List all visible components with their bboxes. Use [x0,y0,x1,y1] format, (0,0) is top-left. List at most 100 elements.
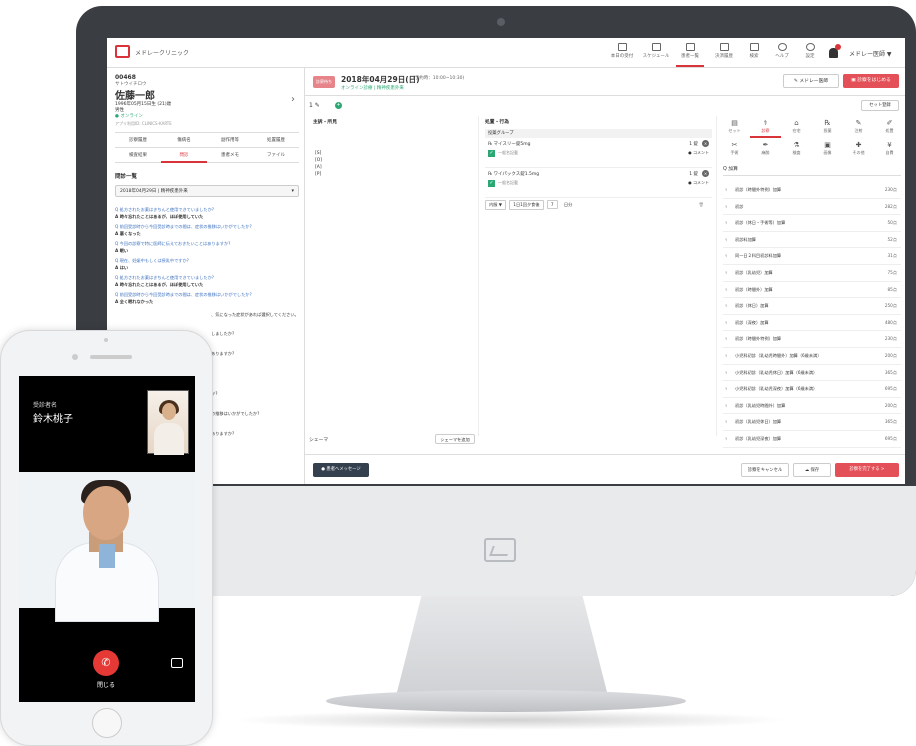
tab-patient-memo[interactable]: 患者メモ [207,148,253,163]
drug-name: ℞ マイスリー錠5mg [488,141,530,147]
clinic-logo-icon[interactable] [115,45,130,58]
nav-label: 患者一覧 [681,54,699,59]
fee-points: 85点 [887,286,897,292]
cancel-consultation-button[interactable]: 診察をキャンセル [741,463,789,477]
frequency-field[interactable]: 1日1回夕食後 [509,200,544,210]
tool-other[interactable]: ✚ その他 [843,138,874,160]
tool-self-pay[interactable]: ¥ 自費 [874,138,905,160]
drug-quantity[interactable]: 1 錠 [689,171,698,177]
prescription-row[interactable]: ℞ マイスリー錠5mg 1 錠 × ✓ 一般名記載 ● コメント [485,138,712,168]
chevron-right-icon[interactable]: › [291,94,295,105]
fee-row[interactable]: ⚕ 小児科初診（乳幼児時間外）加算（6歳未満） 200点 [723,348,901,365]
search-icon [749,43,759,51]
fee-row[interactable]: ⚕ 初診（時間外特例）加算 230点 [723,331,901,348]
nav-settings[interactable]: 設定 [796,43,824,59]
tool-injection[interactable]: ✎ 注射 [843,116,874,138]
stethoscope-icon: ⚕ [725,419,728,425]
pill-icon: ℞ [824,119,831,127]
days-field[interactable]: 7 [546,200,558,209]
fee-row[interactable]: ⚕ 初診（乳幼児休日）加算 365点 [723,414,901,431]
fee-row[interactable]: ⚕ 初診（休日・手術等）加算 50点 [723,215,901,232]
tool-treatment[interactable]: ✐ 処置 [874,116,905,138]
stethoscope-icon: ⚕ [725,386,728,392]
fee-row[interactable]: ⚕ 初診（時間外）加算 85点 [723,282,901,299]
fee-row[interactable]: ⚕ 初診料加算 52点 [723,232,901,249]
tab-questionnaire[interactable]: 問診 [161,148,207,163]
tab-files[interactable]: ファイル [253,148,299,163]
tool-lab[interactable]: ⚗ 検査 [781,138,812,160]
tab-history[interactable]: 診察履歴 [115,133,161,148]
stethoscope-icon: ⚕ [763,119,768,127]
fee-row[interactable]: ⚕ 初診（深夜）加算 480点 [723,315,901,332]
drug-name-text: マイスリー錠5mg [493,142,531,147]
fee-row[interactable]: ⚕ 初診（時間外特例）加算 230点 [723,182,901,199]
fee-search-input[interactable]: Q 加算 [723,164,901,176]
receiver-label: 受診者名 [33,402,58,409]
pencil-icon[interactable]: ✎ [315,102,320,109]
order-tool-grid: ▤ セット ⚕ 診察 ⌂ 在宅 ℞ 投薬 ✎ 注射 ✐ 処置 ✂ 手術 ✒ 麻酔 ⚗ 検査 ▣ 画像… [719,116,905,160]
end-call-label: 閉じる [96,682,115,689]
soap-textarea[interactable]: [S] [O] [A] [P] [315,150,322,178]
tool-surgery[interactable]: ✂ 手術 [719,138,750,160]
user-menu[interactable]: メドレー医師 ▼ [849,49,892,58]
monitor-base [326,690,686,712]
fee-points: 230点 [884,187,897,192]
fee-row[interactable]: ⚕ 初診（乳幼児）加算 75点 [723,265,901,282]
order-tools-column: ▤ セット ⚕ 診察 ⌂ 在宅 ℞ 投薬 ✎ 注射 ✐ 処置 ✂ 手術 ✒ 麻酔 ⚗ 検査 ▣ 画像… [719,116,905,448]
message-patient-button[interactable]: ● 患者へメッセージ [313,463,369,477]
tool-imaging[interactable]: ▣ 画像 [812,138,843,160]
fee-row[interactable]: ⚕ 初診（乳幼児深夜）加算 695点 [723,431,901,448]
stethoscope-icon: ⚕ [725,203,728,209]
footer-bar: ● 患者へメッセージ 診察をキャンセル ☁ 保存 診察を完了する > [305,454,905,484]
nav-schedule[interactable]: スケジュール [642,43,670,59]
nav-help[interactable]: ヘルプ [768,43,796,59]
fee-row[interactable]: ⚕ 初診（乳幼児時間外）加算 200点 [723,398,901,415]
generic-name-checkbox[interactable]: ✓ [488,180,495,187]
tool-home[interactable]: ⌂ 在宅 [781,116,812,138]
nav-search[interactable]: 検索 [740,43,768,59]
tool-anesthesia[interactable]: ✒ 麻酔 [750,138,781,160]
start-consultation-button[interactable]: ▣ 診察をはじめる [843,74,899,88]
remove-icon[interactable]: × [702,140,709,147]
remove-icon[interactable]: × [702,170,709,177]
nav-label: スケジュール [642,54,670,59]
tab-test-results[interactable]: 検査結果 [115,148,161,163]
fee-row[interactable]: ⚕ 初診 282点 [723,199,901,216]
nav-reception[interactable]: 本日の受付 [608,43,636,59]
comment-link[interactable]: ● コメント [688,180,709,186]
tool-medication[interactable]: ℞ 投薬 [812,116,843,138]
nav-label: 検索 [749,54,759,59]
chat-icon[interactable] [171,658,183,668]
generic-name-checkbox[interactable]: ✓ [488,150,495,157]
tool-exam[interactable]: ⚕ 診察 [750,116,781,138]
tool-set[interactable]: ▤ セット [719,116,750,138]
stethoscope-icon: ⚕ [725,220,728,226]
complaint-title: 主訴・所見 [313,120,337,125]
nav-patients[interactable]: 患者一覧 [676,43,704,67]
prescription-row[interactable]: ℞ ワイパックス錠1.5mg 1 錠 × ✓ 一般名記載 ● コメント [485,168,712,198]
fee-row[interactable]: ⚕ 同一日２科目初診料加算 31点 [723,248,901,265]
trash-icon[interactable]: 🗑 [696,201,707,209]
card-icon [719,43,729,51]
end-call-button[interactable]: ✆ [93,650,119,676]
generic-name-label: 一般名記載 [498,180,518,185]
set-register-button[interactable]: セット登録 [861,100,899,111]
add-icon[interactable]: + [335,102,342,109]
tab-diagnoses[interactable]: 傷病名 [161,133,207,148]
home-button[interactable] [92,708,122,738]
save-button[interactable]: ☁ 保存 [793,463,831,477]
tab-procedures[interactable]: 処置履歴 [253,133,299,148]
needle-icon: ✒ [762,141,769,149]
add-schema-button[interactable]: シェーマを追加 [435,434,475,444]
comment-link[interactable]: ● コメント [688,150,709,156]
drug-quantity[interactable]: 1 錠 [689,141,698,147]
fee-row[interactable]: ⚕ 小児科初診（乳幼児休日）加算（6歳未満） 365点 [723,365,901,382]
tab-side-effects[interactable]: 副作用等 [207,133,253,148]
finish-consultation-button[interactable]: 診察を完了する > [835,463,899,477]
questionnaire-select[interactable]: 2018年04月29日 | 精神疾患外来 ▾ [115,185,299,197]
fee-row[interactable]: ⚕ 小児科初診（乳幼児深夜）加算（6歳未満） 695点 [723,381,901,398]
route-select[interactable]: 内服 ▼ [485,200,506,210]
doctor-button[interactable]: ✎ メドレー医師 [783,74,839,88]
nav-payments[interactable]: 決済履歴 [710,43,738,59]
fee-row[interactable]: ⚕ 初診（休日）加算 250点 [723,298,901,315]
